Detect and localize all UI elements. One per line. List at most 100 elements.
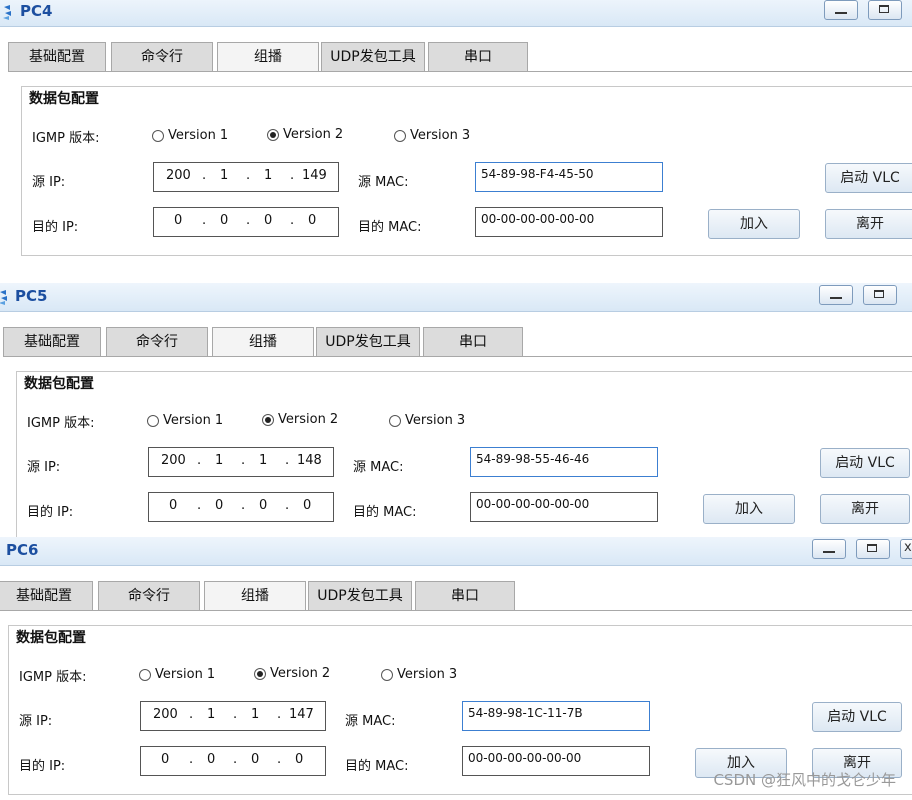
destination-ip-label: 目的 IP: [27,505,74,520]
tab-basic-config[interactable]: 基础配置 [3,327,101,356]
ip-dot: . [277,752,282,767]
ip-dot: . [189,707,194,722]
minimize-button[interactable] [824,0,858,20]
minimize-icon [835,12,847,14]
destination-ip-input[interactable]: 0. 0. 0. 0 [148,492,334,522]
ip-dot: . [233,752,238,767]
source-ip-input[interactable]: 200. 1. 1. 149 [153,162,339,192]
radio-version-3[interactable]: Version 3 [389,413,465,428]
titlebar[interactable]: PC4 [0,0,912,27]
radio-version-2[interactable]: Version 2 [262,412,338,427]
maximize-icon [867,544,877,552]
source-mac-label: 源 MAC: [358,175,409,190]
tab-basic-config[interactable]: 基础配置 [8,42,106,71]
radio-version-1[interactable]: Version 1 [139,667,215,682]
ip-dot: . [246,168,251,183]
radio-label: Version 1 [155,667,216,682]
ip-dot: . [233,707,238,722]
tab-multicast[interactable]: 组播 [204,581,306,610]
destination-mac-input[interactable]: 00-00-00-00-00-00 [470,492,658,522]
source-ip-input[interactable]: 200. 1. 1. 148 [148,447,334,477]
join-button[interactable]: 加入 [708,209,800,239]
ip-octet-3: 0 [251,752,260,767]
radio-label: Version 1 [168,128,229,143]
tab-serial[interactable]: 串口 [415,581,515,610]
ip-octet-3: 1 [264,168,273,183]
window-title: PC5 [15,287,48,305]
start-vlc-button[interactable]: 启动 VLC [812,702,902,732]
maximize-button[interactable] [868,0,902,20]
radio-version-2[interactable]: Version 2 [254,666,330,681]
window-pc4: PC4 基础配置 命令行 组播 UDP发包工具 串口 数据包配置 IGMP 版本… [0,0,912,280]
section-title: 数据包配置 [29,91,99,107]
pc-app-icon [3,5,11,20]
ip-octet-3: 0 [264,213,273,228]
minimize-button[interactable] [819,285,853,305]
join-button[interactable]: 加入 [703,494,795,524]
start-vlc-button[interactable]: 启动 VLC [820,448,910,478]
ip-octet-2: 1 [215,453,224,468]
tab-serial[interactable]: 串口 [423,327,523,356]
tab-command-line[interactable]: 命令行 [98,581,200,610]
tab-udp-tool[interactable]: UDP发包工具 [321,42,425,71]
destination-mac-input[interactable]: 00-00-00-00-00-00 [475,207,663,237]
tab-command-line[interactable]: 命令行 [111,42,213,71]
maximize-button[interactable] [863,285,897,305]
tab-multicast[interactable]: 组播 [217,42,319,71]
ip-octet-3: 1 [259,453,268,468]
ip-octet-1: 200 [161,453,186,468]
radio-circle-selected [254,667,266,680]
tab-serial[interactable]: 串口 [428,42,528,71]
radio-version-1[interactable]: Version 1 [152,128,228,143]
radio-label: Version 2 [270,666,331,681]
destination-ip-label: 目的 IP: [32,220,79,235]
igmp-version-label: IGMP 版本: [32,131,100,146]
ip-dot: . [197,453,202,468]
tab-command-line[interactable]: 命令行 [106,327,208,356]
source-mac-input[interactable]: 54-89-98-1C-11-7B [462,701,650,731]
ip-octet-4: 147 [289,707,314,722]
ip-octet-4: 0 [295,752,304,767]
ip-dot: . [285,453,290,468]
source-mac-input[interactable]: 54-89-98-F4-45-50 [475,162,663,192]
maximize-button[interactable] [856,539,890,559]
source-ip-label: 源 IP: [27,460,61,475]
radio-version-1[interactable]: Version 1 [147,413,223,428]
tab-basic-config[interactable]: 基础配置 [0,581,93,610]
destination-ip-input[interactable]: 0. 0. 0. 0 [140,746,326,776]
titlebar[interactable]: PC6 x [0,537,912,566]
ip-octet-1: 0 [174,213,183,228]
start-vlc-button[interactable]: 启动 VLC [825,163,912,193]
tab-udp-tool[interactable]: UDP发包工具 [308,581,412,610]
source-mac-label: 源 MAC: [345,714,396,729]
source-ip-input[interactable]: 200. 1. 1. 147 [140,701,326,731]
ip-octet-3: 0 [259,498,268,513]
radio-version-2[interactable]: Version 2 [267,127,343,142]
ip-octet-1: 0 [169,498,178,513]
section-title: 数据包配置 [16,630,86,646]
close-icon: x [904,540,912,555]
window-title: PC4 [20,2,53,20]
minimize-button[interactable] [812,539,846,559]
radio-circle [381,668,393,681]
close-button[interactable]: x [900,539,912,559]
packet-config-panel: 数据包配置 IGMP 版本: Version 1 Version 2 Versi… [16,371,912,538]
leave-button[interactable]: 离开 [825,209,912,239]
tab-multicast[interactable]: 组播 [212,327,314,356]
radio-version-3[interactable]: Version 3 [381,667,457,682]
destination-ip-input[interactable]: 0. 0. 0. 0 [153,207,339,237]
ip-octet-1: 0 [161,752,170,767]
ip-octet-2: 1 [207,707,216,722]
section-title: 数据包配置 [24,376,94,392]
destination-mac-label: 目的 MAC: [358,220,422,235]
radio-version-3[interactable]: Version 3 [394,128,470,143]
igmp-version-label: IGMP 版本: [27,416,95,431]
titlebar[interactable]: PC5 [0,283,912,312]
ip-octet-1: 200 [166,168,191,183]
source-mac-input[interactable]: 54-89-98-55-46-46 [470,447,658,477]
source-ip-label: 源 IP: [19,714,53,729]
destination-mac-input[interactable]: 00-00-00-00-00-00 [462,746,650,776]
radio-label: Version 2 [283,127,344,142]
leave-button[interactable]: 离开 [820,494,910,524]
tab-udp-tool[interactable]: UDP发包工具 [316,327,420,356]
